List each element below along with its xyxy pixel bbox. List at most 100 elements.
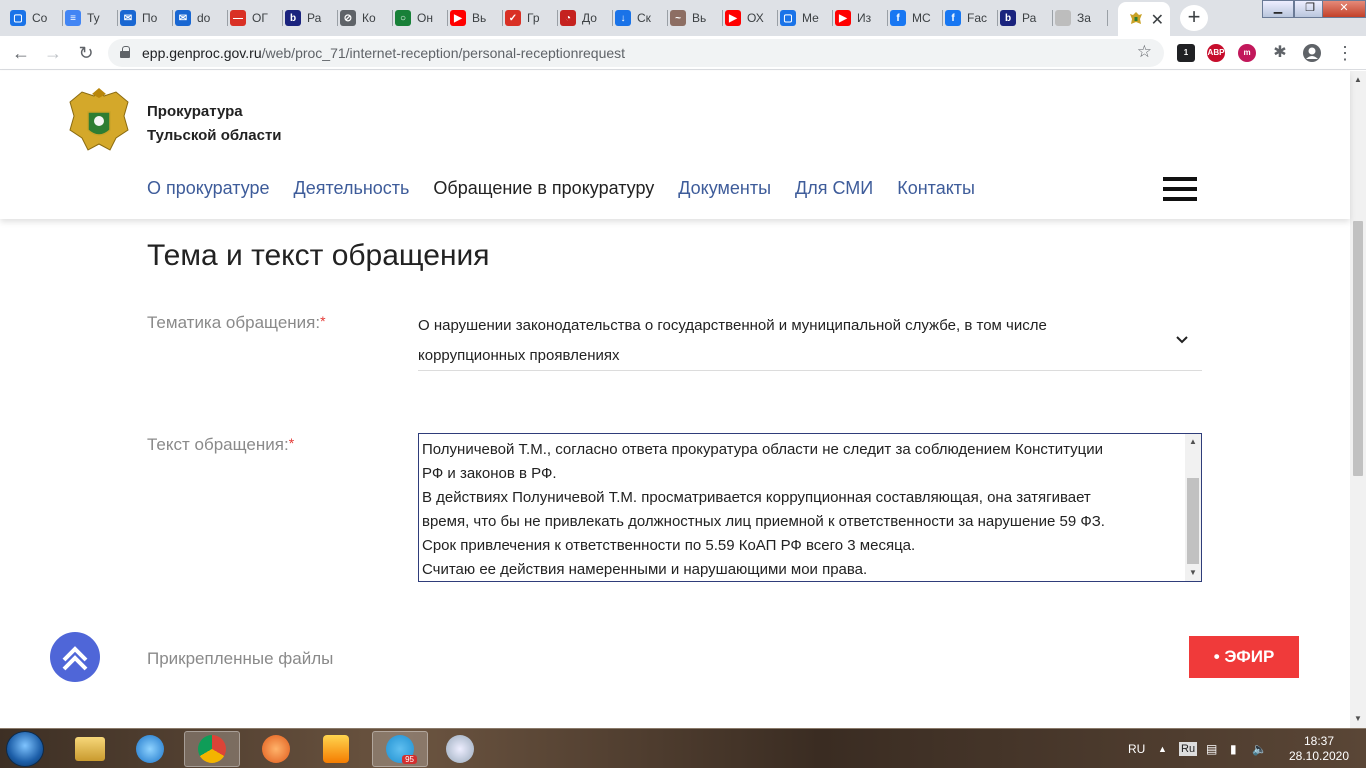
tab-favicon-icon [1055,10,1071,26]
network-icon[interactable]: ▤ [1206,729,1217,768]
appeal-text-area[interactable]: Полуничевой Т.М., согласно ответа прокур… [418,433,1202,582]
input-language-badge[interactable]: Ru [1179,729,1198,768]
url-text: epp.genproc.gov.ru/web/proc_71/internet-… [142,45,626,61]
language-indicator[interactable]: RU [1128,729,1145,768]
new-tab-button[interactable]: + [1180,5,1208,31]
scroll-up-arrow-icon[interactable]: ▲ [1185,435,1201,449]
page-scroll-up-icon[interactable]: ▲ [1350,73,1366,87]
extensions-puzzle-icon[interactable]: ✱ [1269,42,1291,64]
scroll-to-top-button[interactable] [50,632,100,682]
nav-link[interactable]: Обращение в прокуратуру [433,178,654,199]
reload-button[interactable]: ↻ [75,42,97,64]
nav-link[interactable]: Для СМИ [795,178,873,199]
textarea-scroll-thumb[interactable] [1187,478,1199,564]
tab-favicon-icon: b [1000,10,1016,26]
attachments-label: Прикрепленные файлы [147,649,334,668]
browser-tab[interactable]: b Ра [1000,4,1049,32]
tab-favicon-icon: ○ [395,10,411,26]
tray-expand-icon[interactable]: ▲ [1158,729,1167,768]
scroll-down-arrow-icon[interactable]: ▼ [1185,566,1201,580]
browser-tab[interactable]: За [1055,4,1104,32]
tab-separator [722,10,723,26]
active-tab[interactable]: ✕ [1118,2,1170,36]
nav-link[interactable]: О прокуратуре [147,178,270,199]
double-chevron-up-icon [62,646,88,671]
browser-menu-icon[interactable]: ⋮ [1334,42,1356,64]
taskbar-telegram-icon[interactable]: 95 [372,731,428,767]
window-close-button[interactable]: ✕ [1322,0,1366,18]
bookmark-star-icon[interactable]: ☆ [1137,42,1152,62]
tab-label: Ра [1022,11,1037,25]
tab-separator [557,10,558,26]
browser-tab[interactable]: ~ Вь [670,4,719,32]
tab-separator [227,10,228,26]
coat-of-arms-logo[interactable] [66,86,132,156]
taskbar-ie-icon[interactable] [122,731,178,767]
battery-icon[interactable]: ▮ [1230,729,1237,768]
browser-tab[interactable]: ▢ Ме [780,4,829,32]
page-scrollbar[interactable]: ▲ ▼ [1350,71,1366,728]
profile-avatar-icon[interactable] [1302,43,1322,63]
lock-icon [120,46,130,58]
taskbar-video-icon[interactable] [308,731,364,767]
browser-tab[interactable]: ≡ Ту [65,4,114,32]
text-line: Полуничевой Т.М., согласно ответа прокур… [422,441,1104,458]
topic-select[interactable]: О нарушении законодательства о государст… [418,311,1202,371]
mc-extension-icon[interactable]: m [1238,44,1256,62]
page-scroll-down-icon[interactable]: ▼ [1350,712,1366,726]
tab-label: Ск [637,11,651,25]
taskbar-explorer-icon[interactable] [62,731,118,767]
text-line: Срок привлечения к ответственности по 5.… [422,537,916,554]
browser-tab[interactable]: f Fac [945,4,994,32]
tab-separator [667,10,668,26]
browser-tab[interactable]: ○ Он [395,4,444,32]
nav-link[interactable]: Контакты [897,178,975,199]
tab-favicon-icon: ⊘ [340,10,356,26]
organization-name[interactable]: Прокуратура Тульской области [147,100,282,148]
volume-icon[interactable]: 🔈 [1252,729,1267,768]
tab-favicon-icon: ◔ [560,10,576,26]
taskbar-chrome-icon[interactable] [184,731,240,767]
system-clock[interactable]: 18:37 28.10.2020 [1284,734,1354,764]
tab-label: Из [857,11,872,25]
browser-tab[interactable]: f МС [890,4,939,32]
live-broadcast-button[interactable]: • ЭФИР [1189,636,1299,678]
chevron-down-icon[interactable] [1175,333,1189,347]
adblock-icon[interactable]: ABP [1207,44,1225,62]
browser-tab-strip: ✕ + ▁ ❐ ✕ ▢ Co ≡ Ту ✉ По ✉ do — ОГ b Ра ⊘ Ко ○ Он ▶ Вь ✓ Гр… [0,0,1366,36]
close-tab-icon[interactable]: ✕ [1151,10,1164,30]
forward-button[interactable]: → [42,42,64,64]
browser-tab[interactable]: ▶ Из [835,4,884,32]
browser-tab[interactable]: ▶ ОХ [725,4,774,32]
browser-tab[interactable]: ✉ do [175,4,224,32]
browser-tab[interactable]: b Ра [285,4,334,32]
browser-tab[interactable]: ▶ Вь [450,4,499,32]
address-bar[interactable]: epp.genproc.gov.ru/web/proc_71/internet-… [108,39,1164,67]
browser-tab[interactable]: ✉ По [120,4,169,32]
tab-label: По [142,11,158,25]
tab-favicon-icon: ▶ [835,10,851,26]
taskbar-app-icon[interactable] [432,731,488,767]
browser-tab[interactable]: ⊘ Ко [340,4,389,32]
page-scroll-thumb[interactable] [1353,221,1363,476]
hamburger-menu-icon[interactable] [1163,177,1197,201]
browser-tab[interactable]: ▢ Co [10,4,59,32]
textarea-scrollbar[interactable]: ▲ ▼ [1185,434,1201,581]
extension-badge-icon[interactable]: 1 [1177,44,1195,62]
nav-link[interactable]: Документы [678,178,771,199]
nav-link[interactable]: Деятельность [294,178,410,199]
tab-label: МС [912,11,931,25]
minimize-button[interactable]: ▁ [1262,0,1294,18]
start-button[interactable] [6,731,44,767]
tab-favicon-icon: ▶ [725,10,741,26]
tab-label: Он [417,11,433,25]
browser-tab[interactable]: — ОГ [230,4,279,32]
back-button[interactable]: ← [10,42,32,64]
site-header: Прокуратура Тульской области О прокурату… [0,71,1350,219]
browser-tab[interactable]: ✓ Гр [505,4,554,32]
tab-separator [1052,10,1053,26]
browser-tab[interactable]: ◔ До [560,4,609,32]
browser-tab[interactable]: ↓ Ск [615,4,664,32]
taskbar-media-player-icon[interactable] [248,731,304,767]
tab-label: Co [32,11,48,25]
